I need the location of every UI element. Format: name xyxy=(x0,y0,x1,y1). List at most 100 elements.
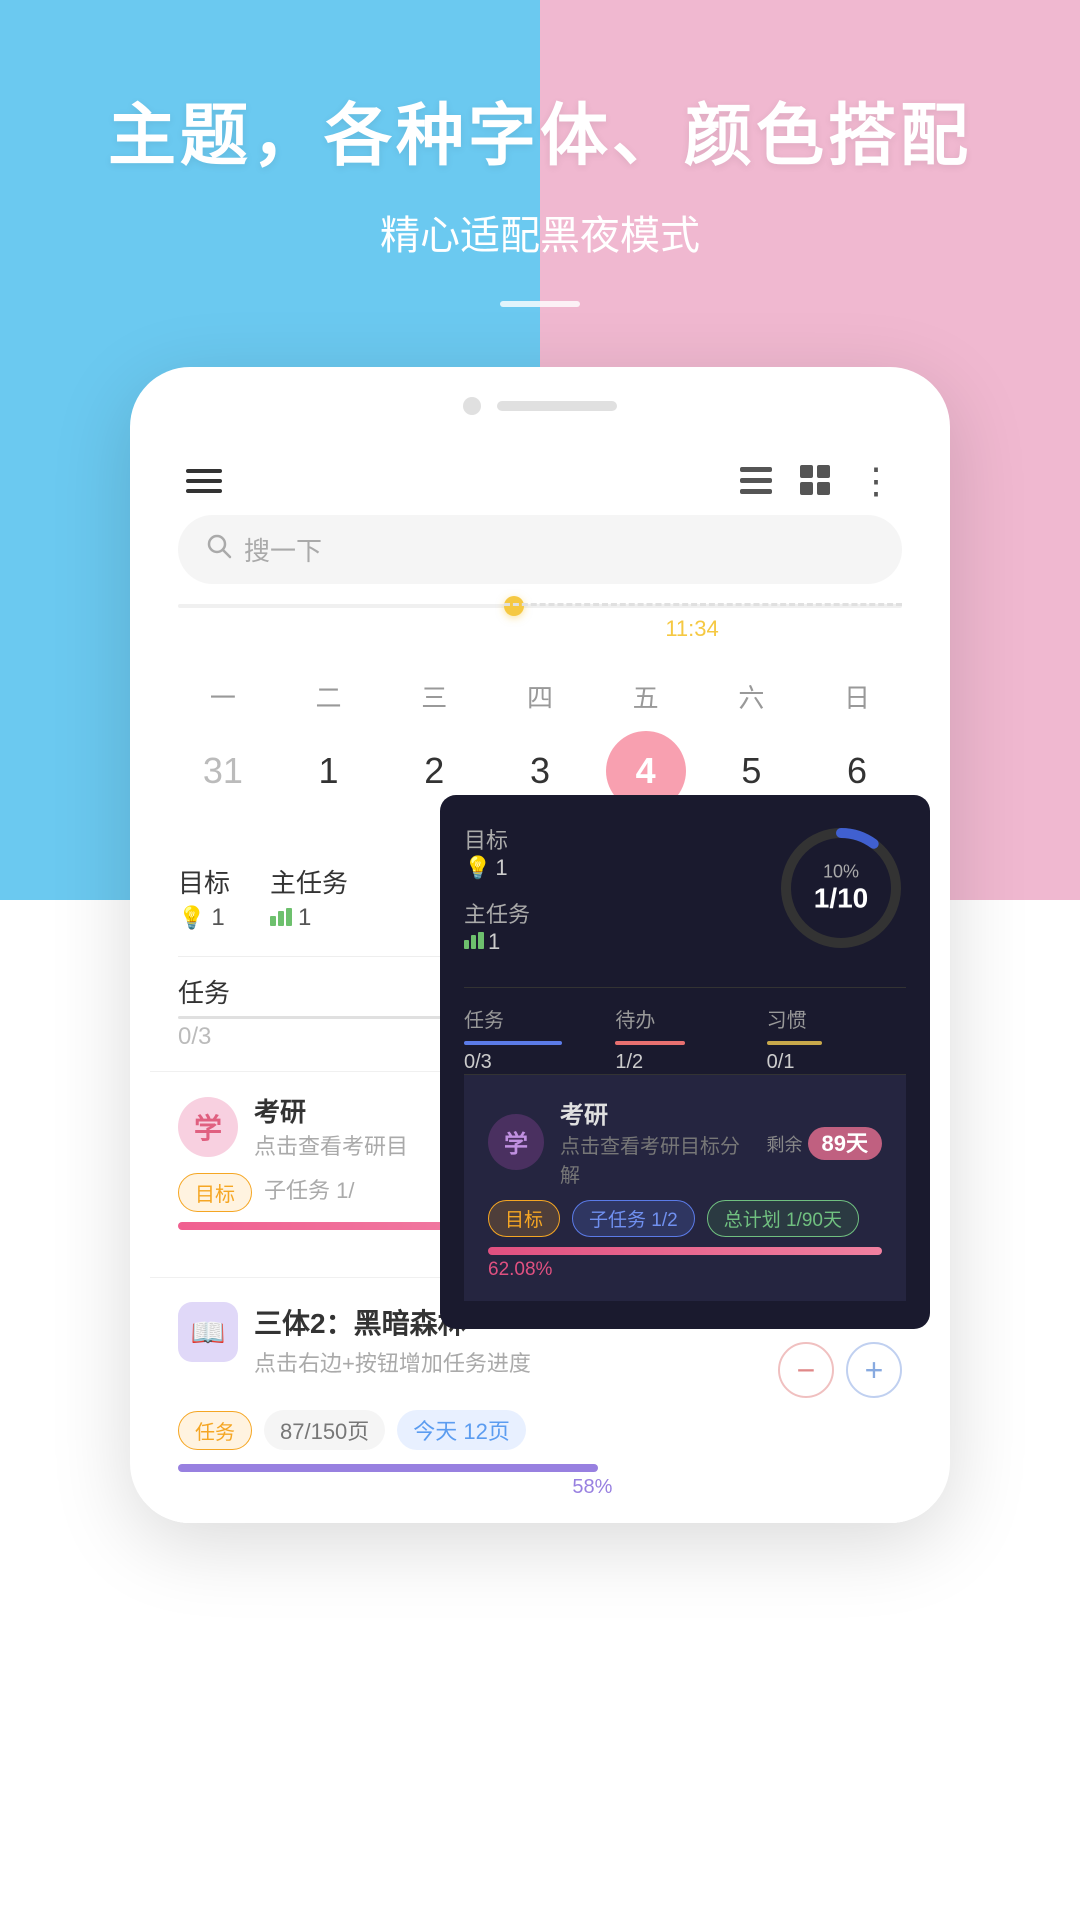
light-main-label: 主任务 xyxy=(270,863,348,900)
dark-kaoyan-avatar: 学 xyxy=(488,1114,544,1170)
goal-icon: 💡 xyxy=(178,905,205,931)
remaining-label: 剩余 xyxy=(767,1135,803,1155)
day-mon: 一 xyxy=(183,678,263,715)
timeline-line xyxy=(178,604,902,608)
dark-kaoyan-header: 学 考研 点击查看考研目标分解 剩余 89天 xyxy=(488,1095,882,1188)
dark-progress-bar xyxy=(488,1247,882,1255)
week-calendar: 一 二 三 四 五 六 日 31 1 2 3 4 5 6 xyxy=(150,678,930,811)
task-bar-pink xyxy=(615,1041,685,1045)
tag-goal-light: 目标 xyxy=(178,1173,252,1212)
dark-main-icon xyxy=(464,929,484,955)
day-tue: 二 xyxy=(289,678,369,715)
light-main-count: 1 xyxy=(298,904,311,932)
date-31[interactable]: 31 xyxy=(183,731,263,811)
dark-panel: 目标 💡 1 主任务 xyxy=(440,795,930,1329)
dark-task-grid: 任务 0/3 待办 1/2 习惯 0/1 xyxy=(464,987,906,1074)
phone-speaker xyxy=(497,401,617,411)
dark-main-stat: 主任务 1 xyxy=(464,897,530,955)
timeline-time: 11:34 xyxy=(482,616,902,642)
dark-task-label: 任务 xyxy=(464,1004,603,1033)
grid-view-icon[interactable] xyxy=(798,463,834,499)
dark-task-count: 0/3 xyxy=(464,1051,603,1074)
dark-todo-count: 1/2 xyxy=(615,1051,754,1074)
phone-camera xyxy=(463,397,481,415)
list-view-icon[interactable] xyxy=(738,463,774,499)
dark-kaoyan-desc: 点击查看考研目标分解 xyxy=(560,1130,751,1188)
dark-main-label: 主任务 xyxy=(464,897,530,929)
circle-text: 10% 1/10 xyxy=(814,862,869,915)
more-icon[interactable]: ⋮ xyxy=(858,463,894,499)
light-goal-label: 目标 xyxy=(178,863,230,900)
header-right: ⋮ xyxy=(738,463,894,499)
dark-kaoyan-right: 剩余 89天 xyxy=(767,1126,883,1158)
hero-section: 主题，各种字体、颜色搭配 精心适配黑夜模式 xyxy=(0,0,1080,307)
hamburger-line-2 xyxy=(186,479,222,483)
light-goal-value: 💡 1 xyxy=(178,904,230,932)
dark-goal-count: 1 xyxy=(495,855,507,881)
dark-progress-label: 62.08% xyxy=(488,1259,882,1281)
main-task-icon xyxy=(270,904,292,932)
day-fri: 五 xyxy=(606,678,686,715)
hero-title: 主题，各种字体、颜色搭配 xyxy=(0,80,1080,179)
dark-habit-label: 习惯 xyxy=(767,1004,906,1033)
day-wed: 三 xyxy=(394,678,474,715)
kaoyan-avatar-light: 学 xyxy=(178,1097,238,1157)
dark-tag-plan: 总计划 1/90天 xyxy=(707,1200,859,1237)
dark-main-count: 1 xyxy=(488,929,500,955)
light-goal-count: 1 xyxy=(211,904,224,932)
dark-kaoyan-tags: 目标 子任务 1/2 总计划 1/90天 xyxy=(488,1200,882,1237)
app-header: ⋮ xyxy=(150,435,930,515)
full-content: 目标 💡 1 主任务 xyxy=(150,835,930,1523)
dark-goal-stat: 目标 💡 1 xyxy=(464,823,508,881)
book-progress-label: 58% xyxy=(178,1476,612,1499)
dark-stats-left: 目标 💡 1 主任务 xyxy=(464,823,776,971)
week-days: 一 二 三 四 五 六 日 xyxy=(170,678,910,715)
book-pages: 87/150页 xyxy=(264,1410,385,1450)
increase-button[interactable]: + xyxy=(846,1342,902,1398)
task-bar-blue xyxy=(464,1041,562,1045)
book-tag-task: 任务 xyxy=(178,1411,252,1450)
phone-mockup: ⋮ 搜一下 11:34 一 二 xyxy=(130,367,950,1523)
dark-header-row: 目标 💡 1 主任务 xyxy=(464,823,906,971)
app-ui: ⋮ 搜一下 11:34 一 二 xyxy=(150,435,930,1523)
dark-task-col-habit: 习惯 0/1 xyxy=(767,1004,906,1074)
light-main-value: 1 xyxy=(270,904,348,932)
search-placeholder: 搜一下 xyxy=(244,531,322,568)
dark-goal-val: 💡 1 xyxy=(464,855,508,881)
decrease-button[interactable]: − xyxy=(778,1342,834,1398)
hero-subtitle: 精心适配黑夜模式 xyxy=(0,203,1080,261)
task-bar-yellow xyxy=(767,1041,823,1045)
dark-main-val: 1 xyxy=(464,929,530,955)
dark-task-col-todo: 待办 1/2 xyxy=(615,1004,754,1074)
circle-percent: 10% xyxy=(814,862,869,883)
dark-tag-subtask: 子任务 1/2 xyxy=(572,1200,695,1237)
dark-task-col-task: 任务 0/3 xyxy=(464,1004,603,1074)
book-progress-bar xyxy=(178,1464,598,1472)
dark-kaoyan-card[interactable]: 学 考研 点击查看考研目标分解 剩余 89天 目标 子任务 1/2 xyxy=(464,1074,906,1301)
book-controls: − + xyxy=(727,1342,902,1398)
hamburger-line-3 xyxy=(186,489,222,493)
dark-kaoyan-info: 考研 点击查看考研目标分解 xyxy=(560,1095,751,1188)
light-main-stat: 主任务 1 xyxy=(270,863,348,932)
dark-todo-label: 待办 xyxy=(615,1004,754,1033)
date-1[interactable]: 1 xyxy=(289,731,369,811)
book-tags-row: 任务 87/150页 今天 12页 xyxy=(178,1410,902,1450)
circle-progress: 10% 1/10 xyxy=(776,823,906,953)
timeline-section: 11:34 xyxy=(150,604,930,678)
circle-ratio: 1/10 xyxy=(814,883,869,915)
dark-tag-goal: 目标 xyxy=(488,1200,560,1237)
subtask-text-light: 子任务 1/ xyxy=(264,1173,354,1212)
light-goal-stat: 目标 💡 1 xyxy=(178,863,230,932)
search-bar[interactable]: 搜一下 xyxy=(178,515,902,584)
hamburger-icon[interactable] xyxy=(186,469,222,493)
dark-kaoyan-title: 考研 xyxy=(560,1095,751,1130)
hamburger-line-1 xyxy=(186,469,222,473)
day-sun: 日 xyxy=(817,678,897,715)
search-icon xyxy=(206,533,232,566)
dark-stat-row-main: 主任务 1 xyxy=(464,897,776,955)
day-sat: 六 xyxy=(711,678,791,715)
book-today-pages: 今天 12页 xyxy=(397,1410,526,1450)
timeline-dashed xyxy=(504,603,902,607)
dark-goal-icon: 💡 xyxy=(464,855,491,881)
day-thu: 四 xyxy=(500,678,580,715)
